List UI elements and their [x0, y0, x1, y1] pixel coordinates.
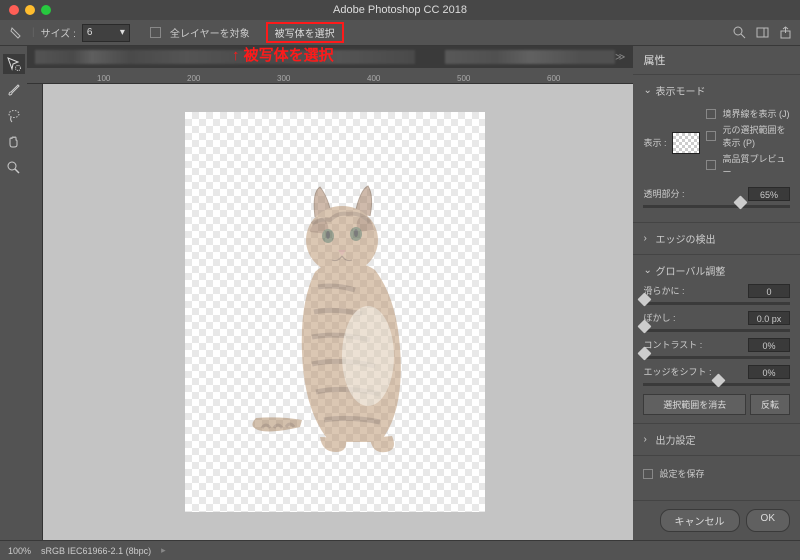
- smooth-slider[interactable]: [643, 302, 790, 305]
- section-output[interactable]: ›出力設定: [643, 432, 790, 447]
- feather-slider[interactable]: [643, 329, 790, 332]
- properties-panel: 属性 ⌄表示モード 表示 : 境界線を表示 (J) 元の選択範囲を表示 (P) …: [633, 46, 800, 540]
- contrast-slider[interactable]: [643, 356, 790, 359]
- horizontal-ruler: 100 200 300 400 500 600: [27, 68, 633, 84]
- invert-button[interactable]: 反転: [750, 394, 790, 415]
- canvas-area: ≫ 100 200 300 400 500 600: [27, 46, 633, 540]
- smooth-value[interactable]: 0: [748, 284, 790, 298]
- size-select[interactable]: 6▾: [82, 24, 130, 42]
- panel-icon[interactable]: [756, 26, 769, 39]
- maximize-window-button[interactable]: [41, 5, 51, 15]
- save-settings-checkbox[interactable]: [643, 469, 653, 479]
- tab-blurred: [445, 50, 615, 64]
- section-view-mode[interactable]: ⌄表示モード: [643, 83, 790, 98]
- high-quality-checkbox[interactable]: [706, 160, 716, 170]
- lasso-tool[interactable]: [3, 106, 25, 126]
- shift-value[interactable]: 0%: [748, 365, 790, 379]
- canvas-viewport[interactable]: [27, 84, 633, 540]
- feather-value[interactable]: 0.0 px: [748, 311, 790, 325]
- toolbar: [0, 46, 27, 540]
- vertical-ruler: [27, 84, 43, 540]
- tab-nav-icon[interactable]: ≫: [615, 52, 625, 63]
- contrast-label: コントラスト :: [643, 338, 702, 352]
- color-profile: sRGB IEC61966-2.1 (8bpc): [41, 546, 151, 556]
- section-edge-detection[interactable]: ›エッジの検出: [643, 231, 790, 246]
- tool-preset-icon[interactable]: [8, 24, 26, 42]
- shift-slider[interactable]: [643, 383, 790, 386]
- share-icon[interactable]: [779, 26, 792, 39]
- status-bar: 100% sRGB IEC61966-2.1 (8bpc) ▸: [0, 540, 800, 560]
- panel-title: 属性: [633, 46, 800, 75]
- all-layers-checkbox[interactable]: [150, 27, 161, 38]
- options-bar: | サイズ : 6▾ 全レイヤーを対象 被写体を選択: [0, 20, 800, 46]
- smooth-label: 滑らかに :: [643, 284, 684, 298]
- search-icon[interactable]: [733, 26, 746, 39]
- section-global-adjust[interactable]: ⌄グローバル調整: [643, 263, 790, 278]
- brush-tool[interactable]: [3, 80, 25, 100]
- shift-label: エッジをシフト :: [643, 365, 711, 379]
- contrast-value[interactable]: 0%: [748, 338, 790, 352]
- quick-select-tool[interactable]: [3, 54, 25, 74]
- transparency-slider[interactable]: [643, 205, 790, 208]
- hand-tool[interactable]: [3, 132, 25, 152]
- titlebar: Adobe Photoshop CC 2018: [0, 0, 800, 20]
- clear-selection-button[interactable]: 選択範囲を消去: [643, 394, 746, 415]
- cat-subject-image: [240, 172, 440, 472]
- ok-button[interactable]: OK: [746, 509, 790, 532]
- tab-blurred: [35, 50, 415, 64]
- show-original-checkbox[interactable]: [706, 131, 716, 141]
- select-subject-button[interactable]: 被写体を選択: [266, 22, 344, 43]
- window-title: Adobe Photoshop CC 2018: [333, 4, 467, 16]
- show-label: 表示 :: [643, 136, 666, 149]
- zoom-level[interactable]: 100%: [8, 546, 31, 556]
- zoom-tool[interactable]: [3, 158, 25, 178]
- document[interactable]: [185, 112, 485, 512]
- tutorial-annotation: ↑ 被写体を選択: [232, 44, 334, 65]
- transparency-label: 透明部分 :: [643, 187, 684, 201]
- close-window-button[interactable]: [9, 5, 19, 15]
- transparency-value[interactable]: 65%: [748, 187, 790, 201]
- minimize-window-button[interactable]: [25, 5, 35, 15]
- cancel-button[interactable]: キャンセル: [660, 509, 740, 532]
- all-layers-label: 全レイヤーを対象: [170, 25, 250, 40]
- show-edge-checkbox[interactable]: [706, 109, 716, 119]
- size-label: サイズ :: [41, 25, 76, 40]
- view-mode-swatch[interactable]: [672, 132, 700, 154]
